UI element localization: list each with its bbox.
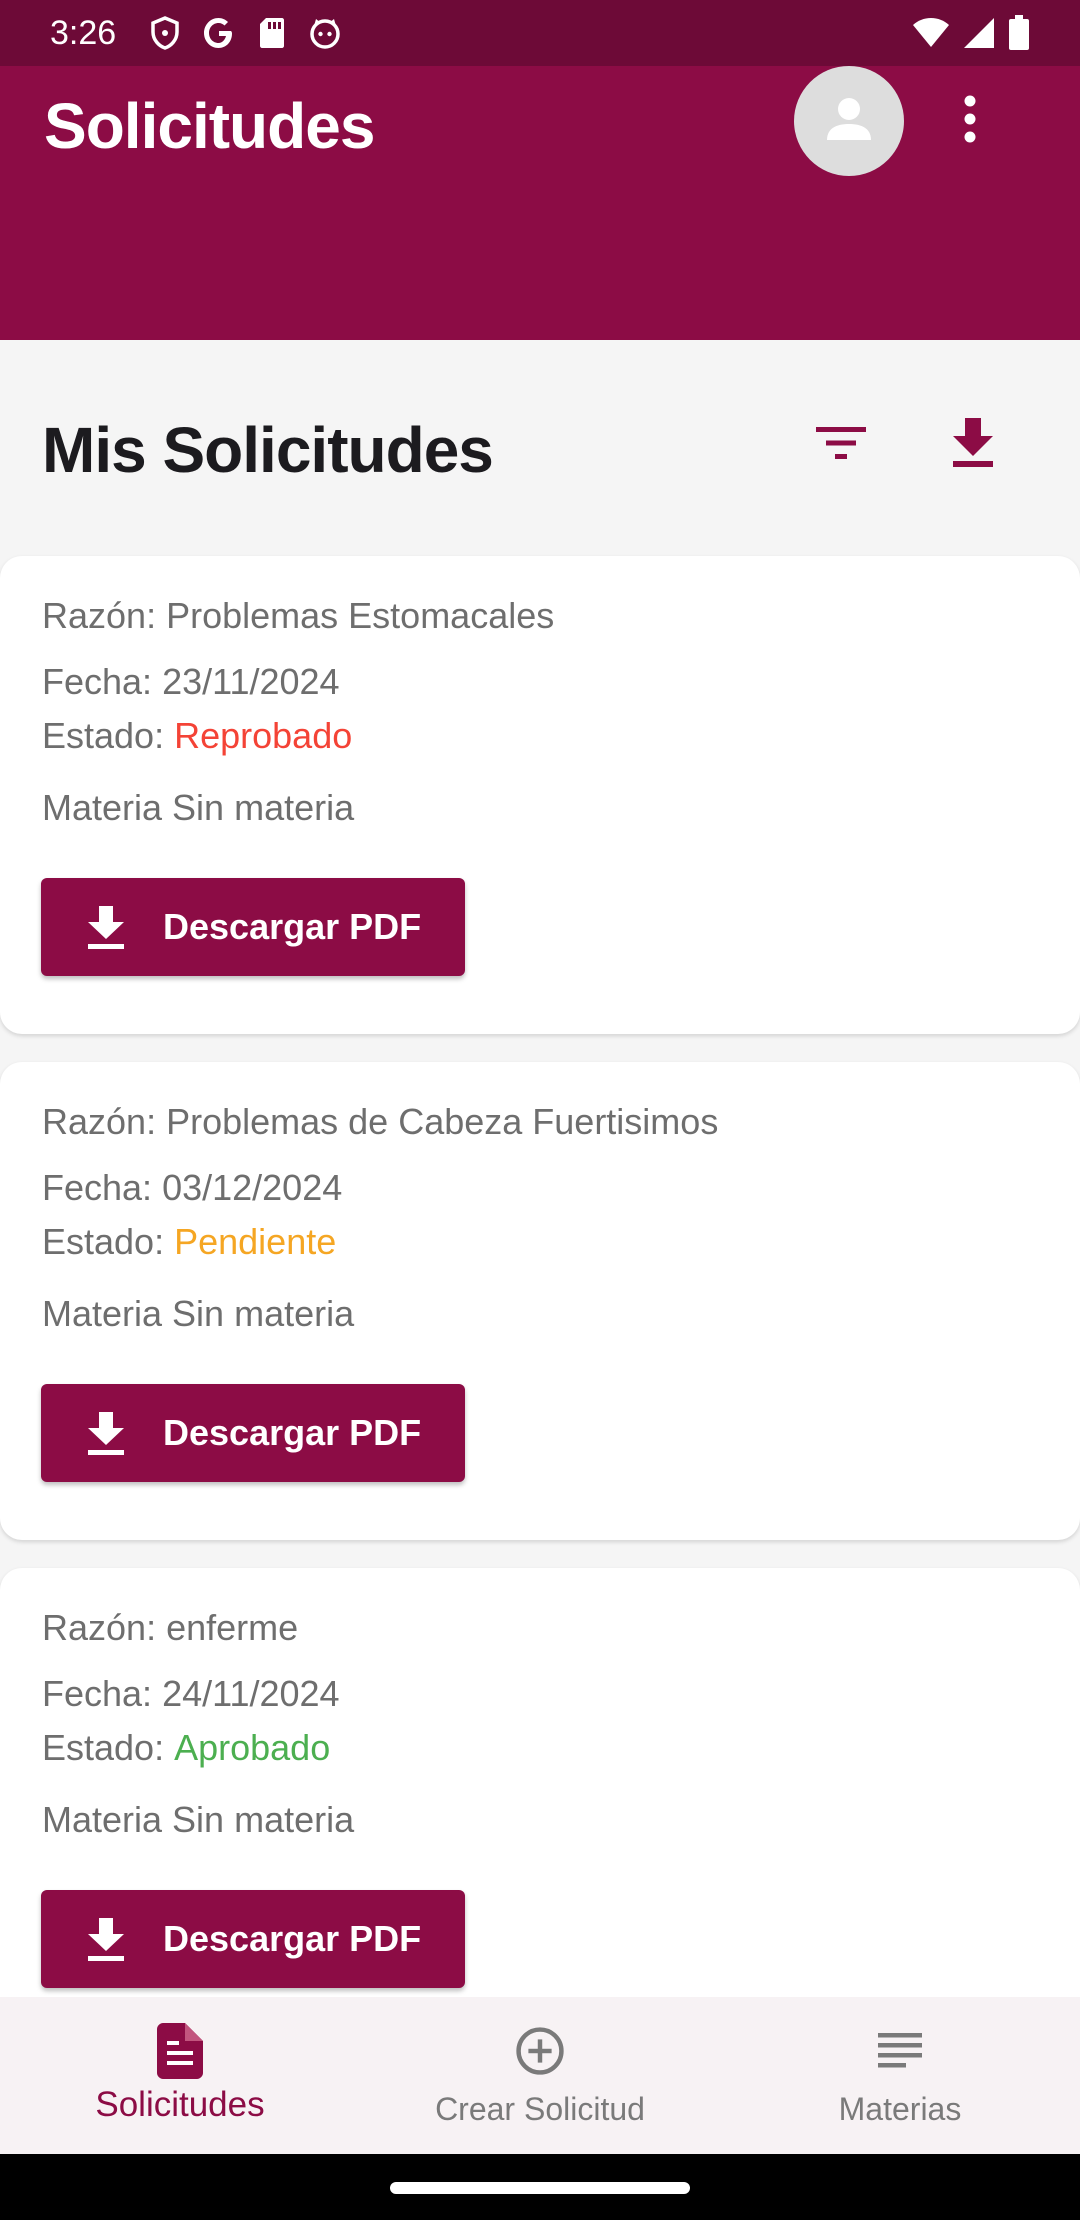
cell-signal-icon [962,17,996,49]
date-value: 23/11/2024 [162,661,340,702]
document-icon [155,2023,205,2079]
request-status: Estado: Reprobado [42,714,352,758]
date-value: 03/12/2024 [162,1167,343,1208]
nav-label: Solicitudes [95,2085,265,2124]
status-label: Estado: [42,715,165,756]
request-card: Razón: Problemas de Cabeza Fuertisimos Fe… [0,1062,1080,1540]
download-pdf-label: Descargar PDF [163,1412,422,1453]
request-status: Estado: Aprobado [42,1726,330,1770]
list-icon [875,2023,925,2079]
subject-value: Sin materia [172,1799,355,1840]
reason-value: Problemas Estomacales [166,595,555,636]
request-reason: Razón: Problemas de Cabeza Fuertisimos [42,1100,718,1144]
status-time: 3:26 [50,14,117,52]
status-label: Estado: [42,1221,165,1262]
shield-icon [150,16,180,50]
bottom-navigation: Solicitudes Crear Solicitud Materias [0,1997,1080,2154]
reason-label: Razón: [42,595,157,636]
nav-label: Crear Solicitud [435,2091,645,2127]
reason-label: Razón: [42,1101,157,1142]
filter-button[interactable] [806,410,876,480]
more-vert-icon [963,95,977,148]
download-icon [83,1410,129,1456]
download-pdf-button[interactable]: Descargar PDF [41,878,465,976]
date-label: Fecha: [42,661,153,702]
nav-item-solicitudes[interactable]: Solicitudes [0,1997,360,2154]
date-label: Fecha: [42,1167,153,1208]
download-pdf-button[interactable]: Descargar PDF [41,1384,465,1482]
download-pdf-label: Descargar PDF [163,906,422,947]
status-value: Reprobado [174,715,353,756]
request-card: Razón: enferme Fecha: 24/11/2024 Estado: Ap… [0,1568,1080,2046]
app-bar: Solicitudes [0,66,1080,340]
request-date: Fecha: 03/12/2024 [42,1166,342,1210]
request-subject: Materia Sin materia [42,786,354,830]
request-status: Estado: Pendiente [42,1220,336,1264]
download-icon [83,1916,129,1962]
status-bar: 3:26 [0,0,1080,66]
request-card: Razón: Problemas Estomacales Fecha: 23/11/… [0,556,1080,1034]
request-reason: Razón: Problemas Estomacales [42,594,554,638]
avatar[interactable] [794,66,904,176]
status-label: Estado: [42,1727,165,1768]
reason-label: Razón: [42,1607,157,1648]
download-icon [83,904,129,950]
sd-card-icon [258,16,286,50]
subject-label: Materia [42,1293,163,1334]
status-value: Pendiente [174,1221,337,1262]
download-icon [951,417,995,473]
more-options-button[interactable] [940,86,1000,156]
status-value: Aprobado [174,1727,331,1768]
date-label: Fecha: [42,1673,153,1714]
gesture-bar [0,2154,1080,2220]
nav-item-crear-solicitud[interactable]: Crear Solicitud [360,1997,720,2154]
cat-icon [308,16,342,50]
add-circle-icon [515,2023,565,2079]
google-icon [202,16,236,50]
battery-icon [1008,15,1030,51]
download-pdf-label: Descargar PDF [163,1918,422,1959]
wifi-icon [912,17,950,49]
filter-icon [816,425,866,466]
reason-value: enferme [166,1607,299,1648]
request-date: Fecha: 23/11/2024 [42,660,340,704]
subject-label: Materia [42,787,163,828]
person-icon [824,94,874,149]
nav-label: Materias [838,2091,962,2127]
section-header: Mis Solicitudes [0,340,1080,554]
request-subject: Materia Sin materia [42,1798,354,1842]
reason-value: Problemas de Cabeza Fuertisimos [166,1101,719,1142]
request-reason: Razón: enferme [42,1606,298,1650]
app-title: Solicitudes [44,90,375,162]
subject-value: Sin materia [172,787,355,828]
nav-item-materias[interactable]: Materias [720,1997,1080,2154]
subject-value: Sin materia [172,1293,355,1334]
download-all-button[interactable] [938,410,1008,480]
request-date: Fecha: 24/11/2024 [42,1672,340,1716]
date-value: 24/11/2024 [162,1673,340,1714]
status-icons-left [150,14,342,52]
status-icons-right [912,14,1030,52]
section-title: Mis Solicitudes [42,414,494,486]
download-pdf-button[interactable]: Descargar PDF [41,1890,465,1988]
subject-label: Materia [42,1799,163,1840]
home-gesture-handle[interactable] [390,2182,690,2194]
request-subject: Materia Sin materia [42,1292,354,1336]
